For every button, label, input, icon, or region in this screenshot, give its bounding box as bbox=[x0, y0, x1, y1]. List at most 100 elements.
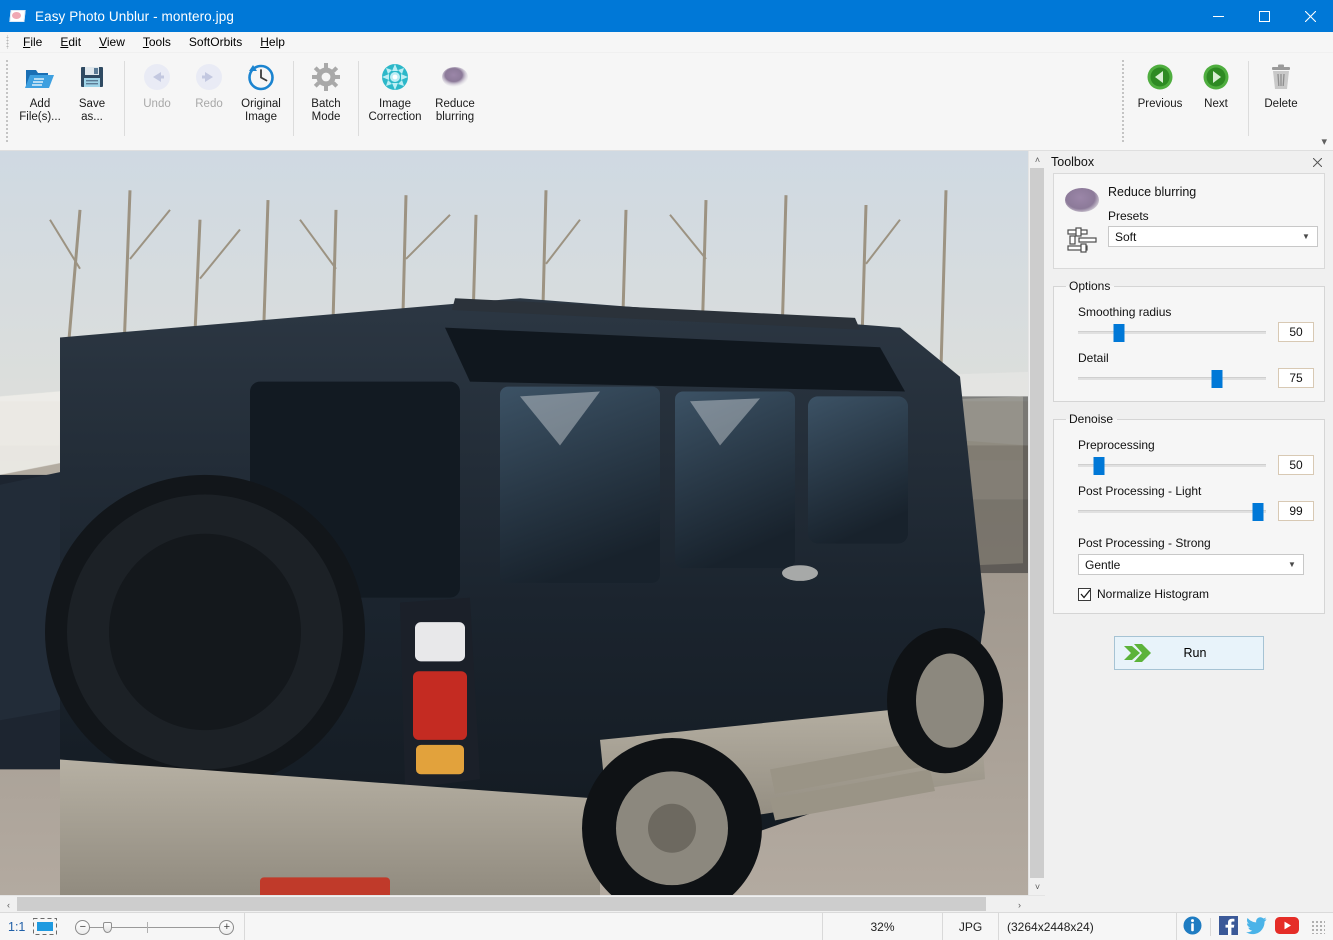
toolbox-panel: Toolbox Reduce blurring Presets Soft ▼ O… bbox=[1045, 151, 1333, 912]
facebook-icon[interactable] bbox=[1219, 915, 1238, 938]
toolbar-delete-button[interactable]: Delete bbox=[1255, 53, 1307, 150]
toolbar-undo-button[interactable]: Undo bbox=[131, 53, 183, 150]
toolbar-separator bbox=[124, 61, 125, 136]
title-bar: Easy Photo Unblur - montero.jpg bbox=[0, 0, 1333, 32]
menu-edit[interactable]: Edit bbox=[51, 33, 90, 52]
youtube-icon[interactable] bbox=[1275, 916, 1299, 937]
photo-content bbox=[0, 151, 1028, 895]
menu-tools[interactable]: Tools bbox=[134, 33, 180, 52]
post-processing-light-slider[interactable] bbox=[1078, 500, 1266, 522]
canvas-wrapper: ˄ ˅ ‹ › bbox=[0, 151, 1046, 913]
color-burst-icon bbox=[378, 60, 412, 94]
toolbar-grip-right bbox=[1120, 59, 1128, 144]
menu-file[interactable]: File bbox=[14, 33, 51, 52]
zoom-slider[interactable]: − + bbox=[65, 912, 246, 940]
toolbox-header: Toolbox bbox=[1045, 151, 1333, 173]
scroll-right-button[interactable]: › bbox=[1011, 896, 1028, 913]
toolbar-add-files-button[interactable]: Add File(s)... bbox=[14, 53, 66, 150]
main-toolbar: Add File(s)... Save as... Undo Redo Orig… bbox=[0, 53, 1333, 151]
preprocessing-value[interactable]: 50 bbox=[1278, 455, 1314, 475]
zoom-ratio-label[interactable]: 1:1 bbox=[0, 913, 31, 940]
toolbar-batch-mode-label-2: Mode bbox=[311, 111, 341, 123]
toolbar-separator bbox=[293, 61, 294, 136]
app-icon bbox=[9, 7, 27, 25]
green-arrow-icon bbox=[1115, 642, 1161, 664]
floppy-disk-icon bbox=[75, 60, 109, 94]
toolbar-batch-mode-button[interactable]: Batch Mode bbox=[300, 53, 352, 150]
canvas-horizontal-scrollbar[interactable]: ‹ › bbox=[0, 895, 1045, 913]
close-toolbox-icon[interactable] bbox=[1309, 154, 1325, 170]
toolbar-image-correction-button[interactable]: Image Correction bbox=[365, 53, 425, 150]
menu-help[interactable]: Help bbox=[251, 33, 294, 52]
detail-slider[interactable] bbox=[1078, 367, 1266, 389]
scroll-up-button[interactable]: ˄ bbox=[1029, 151, 1046, 168]
denoise-legend: Denoise bbox=[1069, 412, 1114, 426]
fit-to-window-button[interactable] bbox=[31, 913, 65, 940]
smoothing-radius-value[interactable]: 50 bbox=[1278, 322, 1314, 342]
toolbar-redo-label: Redo bbox=[195, 98, 223, 110]
slider-rail bbox=[1078, 464, 1266, 467]
post-processing-light-value[interactable]: 99 bbox=[1278, 501, 1314, 521]
toolbar-original-image-button[interactable]: Original Image bbox=[235, 53, 287, 150]
toolbar-save-as-button[interactable]: Save as... bbox=[66, 53, 118, 150]
toolbar-previous-button[interactable]: Previous bbox=[1130, 53, 1190, 150]
vertical-scroll-track[interactable] bbox=[1029, 168, 1045, 878]
scroll-down-button[interactable]: ˅ bbox=[1029, 878, 1046, 895]
toolbar-overflow-icon[interactable]: ▾ bbox=[1321, 137, 1327, 148]
window-title: Easy Photo Unblur - montero.jpg bbox=[35, 8, 234, 24]
post-processing-strong-label: Post Processing - Strong bbox=[1078, 536, 1211, 550]
scrollbar-corner bbox=[1028, 896, 1045, 912]
presets-select[interactable]: Soft ▼ bbox=[1108, 226, 1318, 247]
maximize-button[interactable] bbox=[1241, 0, 1287, 32]
zoom-in-button[interactable]: + bbox=[219, 919, 235, 935]
file-format-label: JPG bbox=[943, 912, 999, 940]
toolbar-next-button[interactable]: Next bbox=[1190, 53, 1242, 150]
vertical-scroll-thumb[interactable] bbox=[1030, 168, 1044, 878]
toolbar-right-group: Previous Next Delete bbox=[1116, 53, 1307, 150]
menu-softorbits[interactable]: SoftOrbits bbox=[180, 33, 251, 52]
main-area: ˄ ˅ ‹ › Toolbox Reduce blurring Presets … bbox=[0, 151, 1333, 913]
trash-icon bbox=[1264, 60, 1298, 94]
minimize-button[interactable] bbox=[1195, 0, 1241, 32]
scroll-left-button[interactable]: ‹ bbox=[0, 896, 17, 913]
toolbar-reduce-blurring-button[interactable]: Reduce blurring bbox=[425, 53, 485, 150]
smoothing-radius-knob[interactable] bbox=[1113, 324, 1125, 342]
detail-knob[interactable] bbox=[1211, 370, 1223, 388]
normalize-histogram-checkbox[interactable]: Normalize Histogram bbox=[1078, 587, 1314, 601]
toolbox-tool-section: Reduce blurring Presets Soft ▼ bbox=[1053, 173, 1325, 269]
toolbar-grip bbox=[4, 59, 12, 144]
checkbox-box[interactable] bbox=[1078, 587, 1091, 601]
redo-arrow-icon bbox=[192, 60, 226, 94]
blur-ellipse-icon bbox=[438, 60, 472, 94]
toolbar-add-files-label-1: Add bbox=[29, 98, 51, 110]
presets-value: Soft bbox=[1115, 229, 1137, 244]
resize-grip-icon[interactable] bbox=[1311, 919, 1325, 934]
preprocessing-knob[interactable] bbox=[1093, 457, 1105, 475]
detail-value[interactable]: 75 bbox=[1278, 368, 1314, 388]
presets-label: Presets bbox=[1108, 209, 1149, 223]
horizontal-scroll-track[interactable] bbox=[17, 896, 1011, 912]
image-canvas[interactable] bbox=[0, 151, 1028, 895]
menu-grip bbox=[4, 35, 12, 49]
run-button-wrapper: Run bbox=[1045, 636, 1333, 670]
info-icon[interactable] bbox=[1183, 916, 1202, 938]
horizontal-scroll-thumb[interactable] bbox=[17, 897, 987, 911]
post-processing-strong-select[interactable]: Gentle ▼ bbox=[1078, 554, 1304, 575]
toolbar-image-correction-label-1: Image bbox=[379, 98, 411, 110]
preprocessing-slider[interactable] bbox=[1078, 454, 1266, 476]
status-divider bbox=[1210, 917, 1211, 936]
zoom-slider-thumb[interactable] bbox=[103, 921, 113, 933]
toolbar-batch-mode-label-1: Batch bbox=[311, 98, 341, 110]
preprocessing-label: Preprocessing bbox=[1078, 438, 1155, 452]
chevron-down-icon: ▼ bbox=[1288, 559, 1296, 569]
twitter-icon[interactable] bbox=[1246, 916, 1267, 938]
smoothing-radius-slider[interactable] bbox=[1078, 321, 1266, 343]
close-button[interactable] bbox=[1287, 0, 1333, 32]
post-processing-light-knob[interactable] bbox=[1252, 503, 1264, 521]
canvas-vertical-scrollbar[interactable]: ˄ ˅ bbox=[1028, 151, 1046, 895]
run-button[interactable]: Run bbox=[1114, 636, 1264, 670]
toolbox-icon-column bbox=[1060, 182, 1104, 258]
menu-view[interactable]: View bbox=[90, 33, 134, 52]
toolbar-redo-button[interactable]: Redo bbox=[183, 53, 235, 150]
zoom-out-button[interactable]: − bbox=[75, 919, 91, 935]
